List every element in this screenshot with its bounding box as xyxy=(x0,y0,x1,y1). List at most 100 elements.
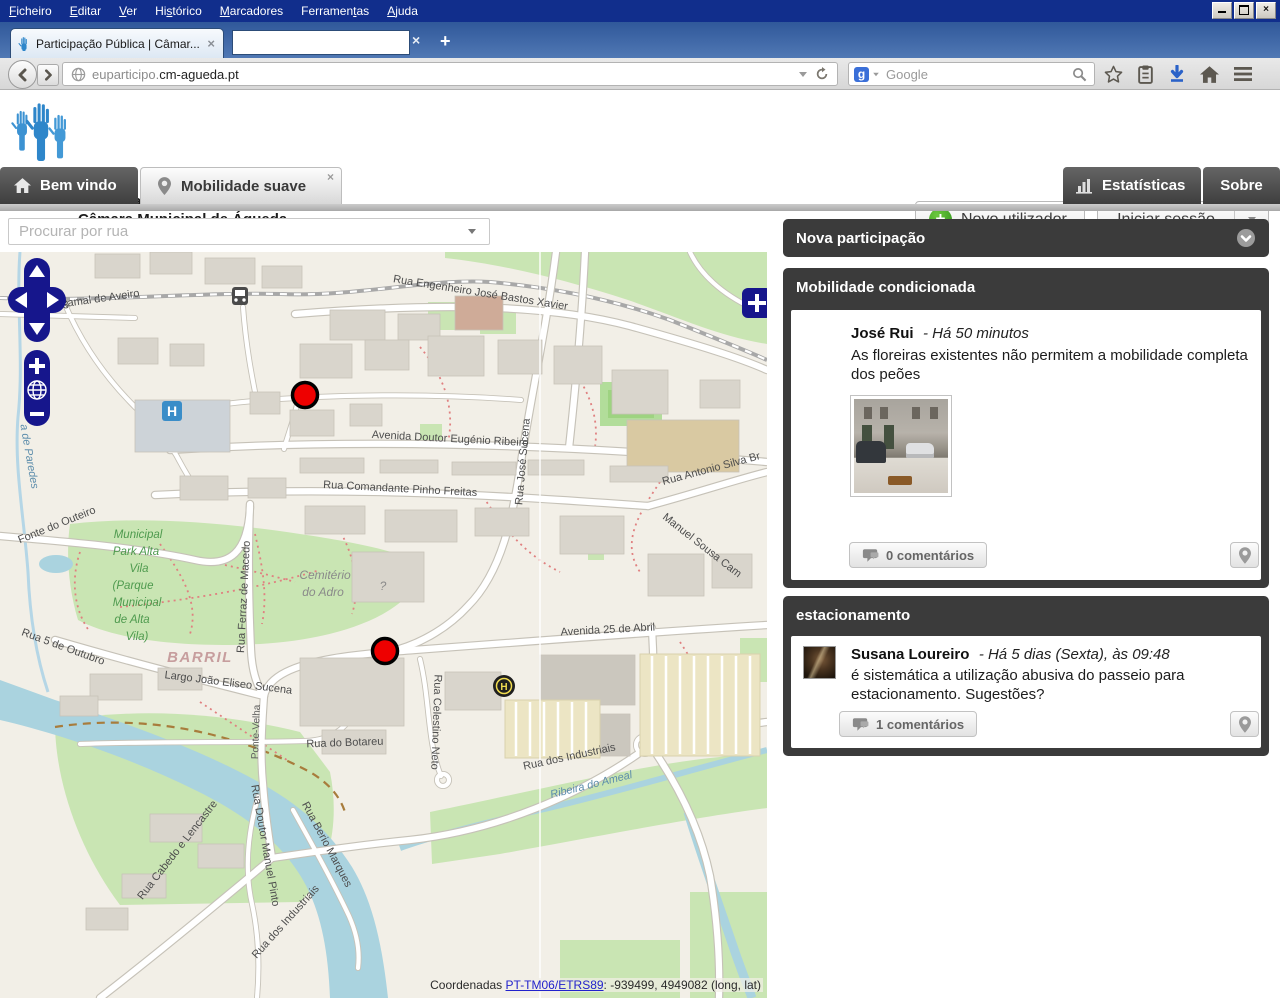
comments-button[interactable]: 0 comentários xyxy=(849,542,987,568)
search-engine-dropdown-icon[interactable] xyxy=(873,72,879,76)
participation-panel-mobility: Mobilidade condicionada José Rui - Há 50… xyxy=(783,268,1269,588)
tab-mobility-label: Mobilidade suave xyxy=(181,178,306,195)
browser-navbar: euparticipo.cm-agueda.pt g Google xyxy=(0,58,1280,90)
helipad-icon: H xyxy=(493,675,515,697)
window-controls: × xyxy=(1212,2,1276,19)
tab-mobility[interactable]: Mobilidade suave × xyxy=(140,167,342,204)
downloads-icon[interactable] xyxy=(1168,65,1186,83)
tab-strip-divider xyxy=(0,204,1280,211)
map-canvas[interactable]: HH Ramal de AveiroRua Engenheiro José Ba… xyxy=(0,252,767,998)
post-time: - Há 50 minutos xyxy=(923,325,1029,342)
chevron-down-icon[interactable] xyxy=(1236,228,1256,248)
site-header: Participação Pública Câmara Municipal de… xyxy=(0,90,1280,167)
new-participation-header[interactable]: Nova participação xyxy=(783,219,1269,257)
tab-mobility-close-icon[interactable]: × xyxy=(327,170,334,184)
menu-ajuda[interactable]: Ajuda xyxy=(378,0,427,18)
tab-welcome-label: Bem vindo xyxy=(40,177,117,194)
tab-statistics-label: Estatísticas xyxy=(1102,177,1185,194)
hospital-icon: H xyxy=(162,401,182,421)
menu-histórico[interactable]: Histórico xyxy=(146,0,211,18)
url-dropdown-icon[interactable] xyxy=(799,72,807,77)
forward-button[interactable] xyxy=(37,64,59,86)
url-domain: cm-agueda.pt xyxy=(159,67,239,82)
browser-menubar: FicheiroEditarVerHistóricoMarcadoresFerr… xyxy=(0,0,1280,22)
restore-button[interactable] xyxy=(1234,2,1254,19)
locate-on-map-button[interactable] xyxy=(1230,542,1259,568)
map-pin-tab-icon xyxy=(158,177,171,195)
layer-switcher-button[interactable] xyxy=(742,288,767,318)
post-category-title: estacionamento xyxy=(783,596,1269,633)
map-label: ? xyxy=(380,579,387,593)
map-label: (Parque xyxy=(113,580,154,592)
train-station-icon xyxy=(232,287,248,305)
locate-on-map-button[interactable] xyxy=(1230,711,1259,737)
tab-about[interactable]: Sobre xyxy=(1203,167,1280,204)
bookmarks-menu-icon[interactable] xyxy=(1137,65,1154,84)
browser-tab-title: Participação Pública | Câmar... xyxy=(36,37,205,51)
post-photo xyxy=(854,399,948,493)
menu-ficheiro[interactable]: Ficheiro xyxy=(0,0,61,18)
post-photo-frame[interactable] xyxy=(850,395,952,497)
blank-tab-close-icon[interactable]: × xyxy=(412,32,420,48)
tab-about-label: Sobre xyxy=(1220,177,1263,194)
map-svg[interactable]: HH Ramal de AveiroRua Engenheiro José Ba… xyxy=(0,252,767,998)
google-icon[interactable]: g xyxy=(854,67,869,82)
svg-text:H: H xyxy=(167,403,177,419)
tab-close-icon[interactable]: × xyxy=(205,38,217,50)
coordinate-system-link[interactable]: PT-TM06/ETRS89 xyxy=(506,978,604,992)
site-logo-hands xyxy=(8,96,74,164)
menu-editar[interactable]: Editar xyxy=(61,0,110,18)
reload-icon[interactable] xyxy=(815,67,829,81)
post-text: é sistemática a utilização abusiva do pa… xyxy=(851,666,1251,704)
post-header: Susana Loureiro - Há 5 dias (Sexta), às … xyxy=(851,646,1170,664)
back-button[interactable] xyxy=(8,60,37,89)
map-marker[interactable] xyxy=(293,383,318,408)
street-search-dropdown-icon[interactable] xyxy=(468,229,476,234)
browser-tab-active[interactable]: Participação Pública | Câmar... × xyxy=(10,28,224,58)
street-search-input[interactable] xyxy=(8,218,490,245)
site-favicon xyxy=(17,37,31,51)
url-bar[interactable]: euparticipo.cm-agueda.pt xyxy=(62,62,838,86)
participation-panel-parking: estacionamento Susana Loureiro - Há 5 di… xyxy=(783,596,1269,756)
back-arrow-icon xyxy=(16,68,30,82)
comments-count-label: 1 comentários xyxy=(876,717,964,732)
speech-bubble-icon xyxy=(862,548,879,563)
map-label: Cemitério xyxy=(299,568,351,582)
menu-marcadores[interactable]: Marcadores xyxy=(211,0,292,18)
avatar xyxy=(803,646,836,679)
tab-welcome[interactable]: Bem vindo xyxy=(0,167,138,204)
map-label: Ponte-Velha xyxy=(250,704,263,759)
menu-ferramentas[interactable]: Ferramentas xyxy=(292,0,378,18)
hamburger-menu-icon[interactable] xyxy=(1233,66,1253,82)
svg-text:H: H xyxy=(500,682,507,693)
map-label: BARRIL xyxy=(167,649,233,666)
map-label: Municipal xyxy=(113,597,162,609)
map-marker[interactable] xyxy=(373,639,398,664)
bookmark-star-icon[interactable] xyxy=(1104,65,1123,84)
map-label: Park Alta xyxy=(113,546,159,558)
close-button[interactable]: × xyxy=(1256,2,1276,19)
map-label: do Adro xyxy=(302,585,344,599)
forward-arrow-icon xyxy=(42,69,54,81)
map-label: Municipal xyxy=(114,529,163,541)
tab-statistics[interactable]: Estatísticas xyxy=(1063,167,1201,204)
comments-count-label: 0 comentários xyxy=(886,548,974,563)
url-prefix: euparticipo. xyxy=(92,67,159,82)
browser-tab-blank[interactable] xyxy=(232,30,410,55)
menu-ver[interactable]: Ver xyxy=(110,0,146,18)
home-icon[interactable] xyxy=(1200,66,1219,83)
new-tab-button[interactable]: + xyxy=(440,30,451,52)
post-text: As floreiras existentes não permitem a m… xyxy=(851,346,1266,384)
post-time: - Há 5 dias (Sexta), às 09:48 xyxy=(979,646,1170,663)
post-author: Susana Loureiro xyxy=(851,646,969,663)
browser-tabbar: Participação Pública | Câmar... × × + xyxy=(0,22,1280,58)
web-search-bar[interactable]: g Google xyxy=(848,62,1095,86)
magnifier-icon[interactable] xyxy=(1072,67,1087,82)
post-author: José Rui xyxy=(851,325,914,342)
map-label: Vila xyxy=(130,563,149,575)
zoom-out-icon xyxy=(30,412,44,416)
comments-button[interactable]: 1 comentários xyxy=(839,711,977,737)
minimize-button[interactable] xyxy=(1212,2,1232,19)
map-pin-icon xyxy=(1239,547,1251,564)
map-coordinates: Coordenadas PT-TM06/ETRS89: -939499, 494… xyxy=(428,978,763,992)
